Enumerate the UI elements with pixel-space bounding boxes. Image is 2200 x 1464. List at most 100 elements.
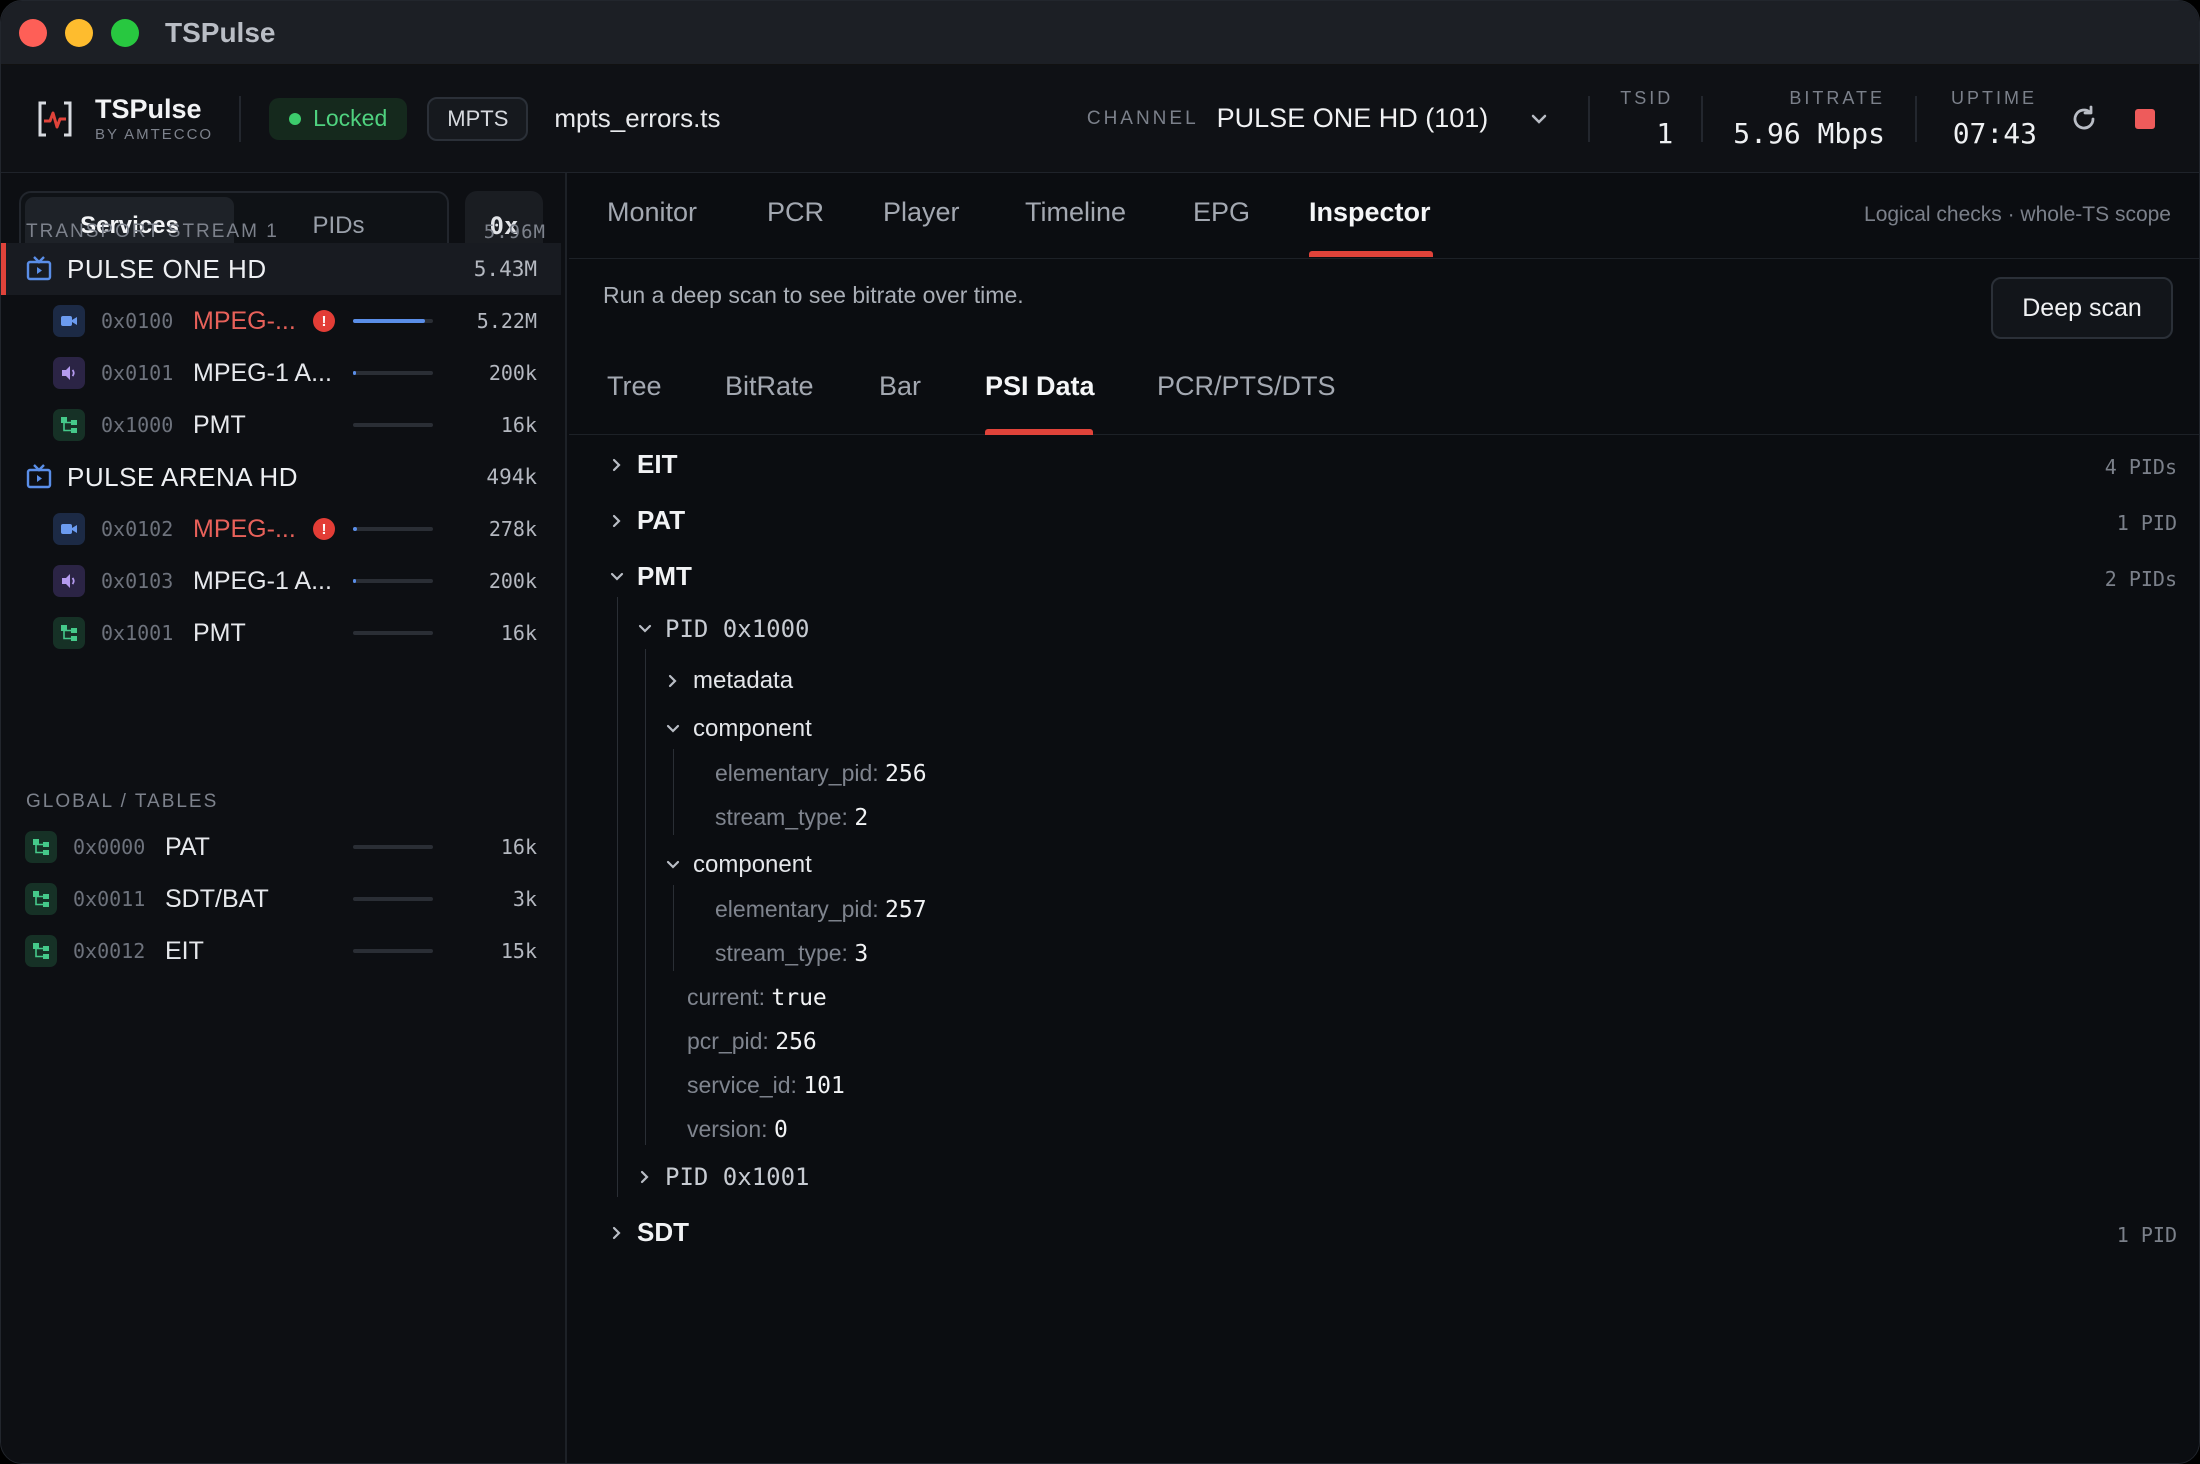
tree-guide	[673, 885, 674, 971]
tree-node-pid-1000[interactable]: PID 0x1000	[637, 615, 810, 643]
field-key: version:	[687, 1116, 768, 1142]
tree-node-eit[interactable]: EIT	[609, 449, 677, 480]
refresh-icon[interactable]	[2069, 104, 2099, 134]
tree-node-label: metadata	[693, 667, 794, 694]
active-subtab-indicator	[985, 429, 1093, 435]
global-row[interactable]: 0x0012 EIT 15k	[1, 925, 561, 977]
tree-node-pmt[interactable]: PMT	[609, 561, 692, 592]
global-row[interactable]: 0x0011 SDT/BAT 3k	[1, 873, 561, 925]
main-tabs: Monitor PCR Player Timeline EPG Inspector Logi…	[569, 173, 2199, 259]
field-pcr-pid: pcr_pid: 256	[687, 1028, 817, 1055]
tv-icon	[25, 255, 53, 283]
table-icon	[53, 409, 85, 441]
pid-row[interactable]: 0x0100 MPEG-...! 5.22M	[1, 295, 561, 347]
close-window-button[interactable]	[19, 18, 47, 47]
subtab-tree[interactable]: Tree	[607, 371, 662, 402]
stop-icon[interactable]	[2135, 108, 2155, 129]
pid-row[interactable]: 0x0101 MPEG-1 A... 200k	[1, 347, 561, 399]
pid-load-bar	[353, 631, 433, 635]
field-elementary-pid: elementary_pid: 256	[715, 760, 927, 787]
status-label: Locked	[313, 105, 388, 131]
pid-hex: 0x1001	[101, 621, 174, 645]
subtab-bitrate[interactable]: BitRate	[725, 371, 814, 402]
tree-node-label: PAT	[637, 505, 686, 535]
field-key: pcr_pid:	[687, 1028, 769, 1054]
chevron-down-icon[interactable]	[1526, 106, 1552, 132]
table-icon	[25, 935, 57, 967]
tree-guide	[645, 649, 646, 1145]
brand-name: TSPulse	[95, 94, 202, 124]
global-tables-label: GLOBAL / TABLES	[26, 791, 219, 812]
header-divider	[239, 95, 242, 142]
service-row[interactable]: PULSE ARENA HD 494k	[1, 451, 561, 503]
field-key: service_id:	[687, 1072, 797, 1098]
tab-player[interactable]: Player	[883, 197, 960, 228]
pid-name: MPEG-...	[193, 514, 296, 543]
subtab-pcr-pts-dts[interactable]: PCR/PTS/DTS	[1157, 371, 1336, 402]
header-divider	[1588, 95, 1591, 142]
field-key: stream_type:	[715, 804, 848, 830]
pid-rate: 16k	[500, 621, 537, 645]
minimize-window-button[interactable]	[65, 18, 93, 47]
pid-load-bar	[353, 579, 433, 583]
field-value: 3	[854, 941, 869, 967]
brand-subtitle: BY AMTECCO	[95, 126, 214, 143]
service-row[interactable]: PULSE ONE HD 5.43M	[1, 243, 561, 295]
tree-node-count: 2 PIDs	[2104, 567, 2177, 591]
title-bar: TSPulse	[1, 1, 2199, 65]
chevron-down-icon	[665, 721, 681, 737]
tree-node-metadata[interactable]: metadata	[665, 667, 793, 695]
field-value: 101	[803, 1073, 845, 1099]
status-badge: Locked	[269, 97, 408, 140]
header-divider	[1914, 95, 1917, 142]
subtab-psi-data[interactable]: PSI Data	[985, 371, 1095, 402]
brand: TSPulse BY AMTECCO	[95, 94, 213, 143]
tree-node-component[interactable]: component	[665, 851, 812, 879]
pid-hex: 0x0101	[101, 361, 174, 385]
transport-stream-label: TRANSPORT STREAM 1	[26, 221, 279, 242]
tsid-label: TSID	[1620, 87, 1674, 108]
tab-timeline[interactable]: Timeline	[1025, 197, 1126, 228]
subtab-bar[interactable]: Bar	[879, 371, 921, 402]
global-row[interactable]: 0x0000 PAT 16k	[1, 821, 561, 873]
pid-load-fill	[353, 579, 357, 583]
pid-row[interactable]: 0x0102 MPEG-...! 278k	[1, 503, 561, 555]
tree-node-label: PMT	[637, 561, 692, 591]
pid-hex: 0x0012	[73, 939, 146, 963]
pid-row[interactable]: 0x0103 MPEG-1 A... 200k	[1, 555, 561, 607]
field-value: 256	[885, 761, 927, 787]
tab-monitor[interactable]: Monitor	[607, 197, 697, 228]
chevron-down-icon	[637, 621, 653, 637]
header-divider	[1701, 95, 1704, 142]
deep-scan-button[interactable]: Deep scan	[1991, 277, 2173, 339]
pid-hex: 0x0100	[101, 309, 174, 333]
tree-node-pat[interactable]: PAT	[609, 505, 685, 536]
zoom-window-button[interactable]	[111, 18, 139, 47]
pid-name: PAT	[165, 832, 210, 861]
tab-pcr[interactable]: PCR	[767, 197, 824, 228]
tree-node-component[interactable]: component	[665, 715, 812, 743]
tab-epg[interactable]: EPG	[1193, 197, 1250, 228]
chevron-right-icon	[665, 673, 681, 689]
pid-row[interactable]: 0x1000 PMT 16k	[1, 399, 561, 451]
pid-rate: 5.22M	[476, 309, 537, 333]
tree-guide	[673, 749, 674, 835]
format-badge: MPTS	[427, 96, 529, 141]
pid-load-bar	[353, 371, 433, 375]
channel-select[interactable]: PULSE ONE HD (101)	[1217, 103, 1489, 134]
pid-hex: 0x0000	[73, 835, 146, 859]
tree-node-sdt[interactable]: SDT	[609, 1217, 689, 1248]
pid-load-bar	[353, 423, 433, 427]
alert-icon: !	[313, 518, 335, 540]
pid-rate: 16k	[500, 413, 537, 437]
pid-row[interactable]: 0x1001 PMT 16k	[1, 607, 561, 659]
video-icon	[53, 305, 85, 337]
speaker-icon	[53, 565, 85, 597]
alert-icon: !	[313, 310, 335, 332]
pid-hex: 0x0103	[101, 569, 174, 593]
tree-node-pid-1001[interactable]: PID 0x1001	[637, 1163, 810, 1191]
field-value: 0	[773, 1117, 788, 1143]
app-window: TSPulse TSPulse BY AMTECCO Locked MPTS m…	[0, 0, 2200, 1464]
tab-inspector[interactable]: Inspector	[1309, 197, 1431, 228]
global-tables-header: GLOBAL / TABLES	[26, 791, 546, 813]
